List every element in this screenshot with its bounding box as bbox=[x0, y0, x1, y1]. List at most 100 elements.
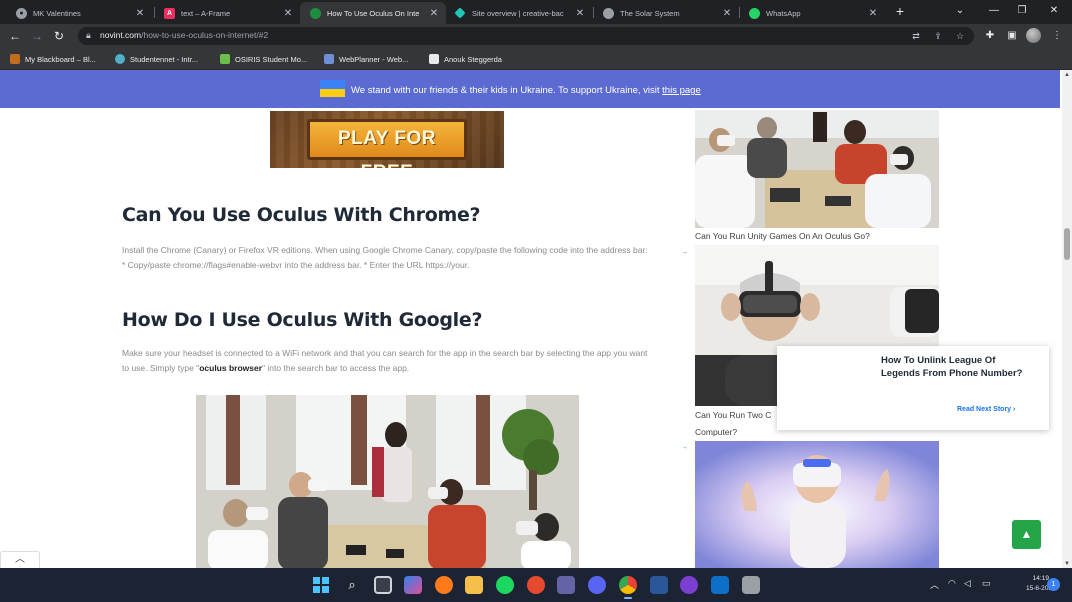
volume-icon[interactable]: ◁ bbox=[964, 578, 971, 589]
profile-avatar[interactable] bbox=[1026, 28, 1041, 43]
bookmark-osiris[interactable]: OSIRIS Student Mo... bbox=[220, 53, 307, 65]
play-for-free-ad[interactable]: PLAY FOR FREE bbox=[270, 111, 504, 168]
sidebar-caption-unity-games[interactable]: Can You Run Unity Games On An Oculus Go? bbox=[695, 231, 870, 241]
bookmark-label: My Blackboard – Bl... bbox=[25, 54, 96, 64]
read-next-story-link[interactable]: Read Next Story › bbox=[957, 406, 1015, 413]
chevron-up-icon: ︿ bbox=[15, 554, 25, 565]
sidebar-photo-vr-woman[interactable] bbox=[695, 441, 939, 568]
bookmark-star-icon[interactable]: ☆ bbox=[954, 30, 966, 42]
url-text[interactable]: novint.com/how-to-use-oculus-on-internet… bbox=[100, 30, 268, 40]
windows-taskbar: ⌕ ︿ ◠ ◁ ▭ 14:19 15-6-2022 1 bbox=[0, 568, 1072, 602]
ukraine-flag-icon bbox=[320, 80, 345, 97]
translate-icon[interactable]: ⇄ bbox=[910, 30, 922, 42]
teams-icon[interactable] bbox=[557, 576, 575, 594]
close-icon[interactable]: ✕ bbox=[282, 8, 294, 19]
share-icon[interactable]: ⇪ bbox=[932, 30, 944, 42]
close-icon[interactable]: ✕ bbox=[574, 8, 586, 19]
tab-title: How To Use Oculus On Inte bbox=[327, 8, 420, 18]
bookmark-anouk-steggerda[interactable]: Anouk Steggerda bbox=[429, 53, 502, 65]
bookmark-my-blackboard[interactable]: My Blackboard – Bl... bbox=[10, 53, 96, 65]
discord-icon[interactable] bbox=[588, 576, 606, 594]
section-heading-google: How Do I Use Oculus With Google? bbox=[122, 309, 483, 331]
vertical-scrollbar[interactable]: ▲ ▼ bbox=[1062, 70, 1072, 568]
tab-how-to-use-oculus[interactable]: How To Use Oculus On Inte ✕ bbox=[300, 2, 446, 24]
chrome-icon[interactable] bbox=[619, 576, 637, 599]
banner-text: We stand with our friends & their kids i… bbox=[351, 85, 701, 96]
menu-icon[interactable]: ⋮ bbox=[1050, 29, 1064, 43]
new-tab-button[interactable]: + bbox=[891, 4, 909, 20]
chevron-up-icon: ▲ bbox=[1020, 527, 1033, 541]
tab-title: WhatsApp bbox=[766, 8, 801, 18]
wifi-icon[interactable]: ◠ bbox=[948, 578, 956, 589]
bookmark-label: Anouk Steggerda bbox=[444, 54, 502, 64]
osiris-icon bbox=[220, 54, 230, 64]
oculus-browser-keyword: oculus browser bbox=[199, 363, 263, 373]
sidebar-photo-unity-games[interactable] bbox=[695, 110, 939, 228]
spotify-icon[interactable] bbox=[496, 576, 514, 594]
banner-link[interactable]: this page bbox=[662, 85, 701, 96]
bookmark-studentennet[interactable]: Studentennet - Intr... bbox=[115, 53, 198, 65]
blackboard-icon bbox=[10, 54, 20, 64]
vscode-icon[interactable] bbox=[711, 576, 729, 594]
notification-badge[interactable]: 1 bbox=[1047, 578, 1060, 591]
firefox-icon[interactable] bbox=[435, 576, 453, 594]
battery-icon[interactable]: ▭ bbox=[982, 578, 991, 589]
address-bar[interactable]: 🔒︎ novint.com/how-to-use-oculus-on-inter… bbox=[78, 27, 974, 45]
close-icon[interactable]: ✕ bbox=[428, 8, 440, 19]
tab-site-overview[interactable]: Site overview | creative-bac ✕ bbox=[446, 2, 592, 24]
tab-solar-system[interactable]: The Solar System ✕ bbox=[593, 2, 739, 24]
play-for-free-button[interactable]: PLAY FOR FREE bbox=[307, 119, 467, 168]
globe-icon: ● bbox=[16, 7, 27, 19]
arrow-bullet-icon: → bbox=[681, 444, 688, 451]
section-body-google: Make sure your headset is connected to a… bbox=[122, 348, 648, 373]
github-desktop-icon[interactable] bbox=[680, 576, 698, 594]
tab-title: Site overview | creative-bac bbox=[472, 8, 564, 18]
tab-aframe[interactable]: A text – A-Frame ✕ bbox=[154, 2, 300, 24]
tab-title: MK Valentines bbox=[33, 8, 81, 18]
word-icon[interactable] bbox=[650, 576, 668, 594]
collapse-toggle-button[interactable]: ︿ bbox=[0, 551, 40, 568]
file-explorer-icon[interactable] bbox=[465, 576, 483, 594]
tab-whatsapp[interactable]: WhatsApp ✕ bbox=[739, 2, 885, 24]
tab-title: text – A-Frame bbox=[181, 8, 231, 18]
next-story-title[interactable]: How To Unlink League Of Legends From Pho… bbox=[881, 354, 1031, 380]
lock-icon[interactable]: 🔒︎ bbox=[86, 30, 96, 42]
window-close-icon[interactable]: ✕ bbox=[1042, 3, 1066, 19]
back-icon[interactable]: ← bbox=[8, 29, 22, 43]
search-icon[interactable]: ⌕ bbox=[343, 576, 361, 594]
ukraine-banner: We stand with our friends & their kids i… bbox=[0, 70, 1060, 108]
close-icon[interactable]: ✕ bbox=[721, 8, 733, 19]
bookmark-webplanner[interactable]: WebPlanner - Web... bbox=[324, 53, 408, 65]
scroll-up-arrow-icon[interactable]: ▲ bbox=[1064, 72, 1070, 78]
whatsapp-icon bbox=[749, 7, 760, 19]
page-icon bbox=[429, 54, 439, 64]
netlify-icon bbox=[454, 7, 466, 19]
tray-chevron-icon[interactable]: ︿ bbox=[930, 578, 939, 591]
app-icon[interactable] bbox=[742, 576, 760, 594]
forward-icon[interactable]: → bbox=[30, 29, 44, 43]
studentennet-icon bbox=[115, 54, 125, 64]
tab-search-icon[interactable]: ⌄ bbox=[948, 3, 972, 19]
sidebar-caption-two-headsets-cont[interactable]: Computer? bbox=[695, 427, 737, 437]
sidebar-caption-two-headsets[interactable]: Can You Run Two C bbox=[695, 410, 771, 420]
close-icon[interactable]: ✕ bbox=[867, 8, 879, 19]
web-page: We stand with our friends & their kids i… bbox=[0, 70, 1062, 568]
side-panel-icon[interactable]: ▣ bbox=[1005, 29, 1019, 43]
maximize-icon[interactable]: ❐ bbox=[1010, 3, 1034, 19]
scroll-to-top-button[interactable]: ▲ bbox=[1012, 520, 1041, 549]
task-view-icon[interactable] bbox=[374, 576, 392, 594]
tab-mk-valentines[interactable]: ● MK Valentines ✕ bbox=[6, 2, 152, 24]
windows-start-icon[interactable] bbox=[312, 576, 330, 594]
read-next-story-card[interactable]: How To Unlink League Of Legends From Pho… bbox=[777, 346, 1049, 430]
aframe-icon: A bbox=[164, 7, 175, 19]
scrollbar-thumb[interactable] bbox=[1064, 228, 1070, 260]
extensions-icon[interactable]: ✚ bbox=[983, 29, 997, 43]
powerpoint-icon[interactable] bbox=[527, 576, 545, 594]
article-photo-vr-meeting bbox=[196, 395, 579, 568]
reload-icon[interactable]: ↻ bbox=[52, 29, 66, 43]
scroll-down-arrow-icon[interactable]: ▼ bbox=[1064, 561, 1070, 567]
widgets-icon[interactable] bbox=[404, 576, 422, 594]
globe-icon bbox=[603, 7, 614, 19]
minimize-icon[interactable]: — bbox=[982, 3, 1006, 19]
close-icon[interactable]: ✕ bbox=[134, 8, 146, 19]
